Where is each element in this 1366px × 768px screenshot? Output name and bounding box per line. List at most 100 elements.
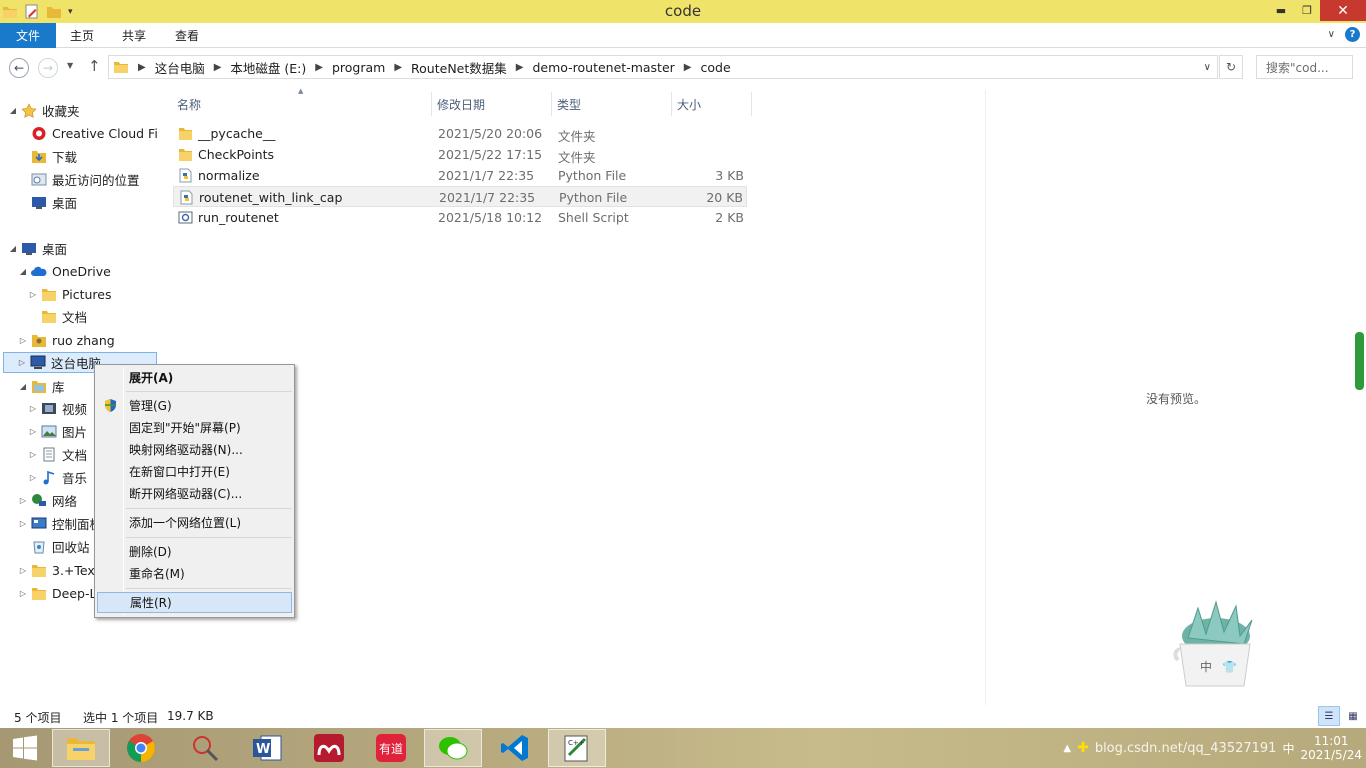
sidebar-item-network[interactable]: ▷ 网络 (18, 490, 77, 511)
breadcrumb-routenet[interactable]: RouteNet数据集 (411, 58, 507, 77)
file-explorer-icon[interactable] (52, 729, 110, 767)
sidebar-item-desktop[interactable]: ◢ 桌面 (8, 238, 67, 259)
input-method-indicator[interactable]: 中 (1282, 740, 1294, 757)
properties-icon[interactable] (24, 4, 40, 19)
crumb-separator[interactable]: ▶ (684, 62, 692, 73)
minimize-icon[interactable]: ▬ (1268, 0, 1294, 21)
sidebar-item-onedrive[interactable]: ◢ OneDrive (18, 261, 111, 282)
sidebar-item-pictures-lib[interactable]: ▷ 图片 (28, 421, 87, 442)
vscode-icon[interactable] (486, 729, 544, 767)
column-header-date[interactable]: 修改日期 (432, 92, 552, 116)
folder-icon[interactable] (2, 4, 18, 19)
sidebar-item-creative-cloud[interactable]: Creative Cloud Files (18, 123, 158, 144)
chrome-icon[interactable] (112, 729, 170, 767)
expand-arrow-icon[interactable]: ▷ (18, 589, 28, 598)
maximize-icon[interactable]: ❐ (1294, 0, 1320, 21)
badminton-app-icon[interactable] (176, 729, 234, 767)
collapse-arrow-icon[interactable]: ◢ (18, 267, 28, 276)
sidebar-item-documents-onedrive[interactable]: 文档 (28, 306, 87, 327)
show-hidden-icons-icon[interactable]: ▲ (1063, 743, 1071, 754)
sidebar-item-desktop-fav[interactable]: 桌面 (18, 192, 77, 213)
sidebar-item-libraries[interactable]: ◢ 库 (18, 376, 65, 397)
menu-item-pin-start[interactable]: 固定到"开始"屏幕(P) (97, 417, 292, 438)
mendeley-icon[interactable] (300, 729, 358, 767)
menu-item-open-new-window[interactable]: 在新窗口中打开(E) (97, 461, 292, 482)
expand-arrow-icon[interactable]: ▷ (28, 427, 38, 436)
sidebar-item-videos[interactable]: ▷ 视频 (28, 398, 87, 419)
crumb-separator[interactable]: ▶ (516, 62, 524, 73)
breadcrumb-demo[interactable]: demo-routenet-master (532, 60, 674, 75)
menu-item-delete[interactable]: 删除(D) (97, 541, 292, 562)
column-header-size[interactable]: 大小 (672, 92, 752, 116)
menu-item-disconnect-drive[interactable]: 断开网络驱动器(C)... (97, 483, 292, 504)
expand-arrow-icon[interactable]: ▷ (18, 336, 28, 345)
crumb-separator[interactable]: ▶ (138, 62, 146, 73)
expand-arrow-icon[interactable]: ▷ (18, 566, 28, 575)
menu-item-expand[interactable]: 展开(A) (97, 367, 292, 388)
sidebar-item-user[interactable]: ▷ ruo zhang (18, 330, 115, 351)
breadcrumb-program[interactable]: program (332, 60, 385, 75)
back-icon[interactable]: ← (9, 58, 29, 78)
wechat-icon[interactable] (424, 729, 482, 767)
refresh-icon[interactable]: ↻ (1219, 55, 1243, 79)
expand-ribbon-icon[interactable]: ∨ (1328, 29, 1335, 40)
youdao-icon[interactable]: 有道 (362, 729, 420, 767)
breadcrumb-drive-e[interactable]: 本地磁盘 (E:) (230, 58, 306, 77)
sidebar-item-recycle-bin[interactable]: 回收站 (18, 536, 90, 557)
menu-item-manage[interactable]: 管理(G) (97, 395, 292, 416)
menu-item-properties[interactable]: 属性(R) (97, 592, 292, 613)
expand-arrow-icon[interactable]: ▷ (28, 290, 38, 299)
sidebar-item-favorites[interactable]: ◢ 收藏夹 (8, 100, 80, 121)
tray-app-icon[interactable]: ✚ (1077, 740, 1089, 756)
expand-arrow-icon[interactable]: ▷ (17, 358, 27, 367)
collapse-arrow-icon[interactable]: ◢ (8, 106, 18, 115)
collapse-arrow-icon[interactable]: ◢ (18, 382, 28, 391)
collapse-arrow-icon[interactable]: ◢ (8, 244, 18, 253)
breadcrumb-this-pc[interactable]: 这台电脑 (155, 58, 205, 77)
menu-item-map-drive[interactable]: 映射网络驱动器(N)... (97, 439, 292, 460)
customize-qat-icon[interactable]: ▾ (68, 7, 73, 17)
sidebar-item-music[interactable]: ▷ 音乐 (28, 467, 87, 488)
tab-home[interactable]: 主页 (56, 23, 108, 48)
crumb-separator[interactable]: ▶ (315, 62, 323, 73)
menu-item-add-network-location[interactable]: 添加一个网络位置(L) (97, 512, 292, 533)
expand-arrow-icon[interactable]: ▷ (18, 496, 28, 505)
expand-arrow-icon[interactable]: ▷ (18, 519, 28, 528)
word-icon[interactable]: W (238, 729, 296, 767)
preview-divider[interactable] (985, 90, 986, 705)
details-view-icon[interactable]: ☰ (1318, 706, 1340, 726)
tab-view[interactable]: 查看 (161, 23, 213, 48)
crumb-separator[interactable]: ▶ (214, 62, 222, 73)
menu-item-rename[interactable]: 重命名(M) (97, 563, 292, 584)
sidebar-item-recent[interactable]: 最近访问的位置 (18, 169, 140, 190)
breadcrumb-code[interactable]: code (701, 60, 731, 75)
file-row[interactable]: CheckPoints 2021/5/22 17:15 文件夹 (173, 144, 747, 165)
editor-icon[interactable]: C++ (548, 729, 606, 767)
help-icon[interactable]: ? (1345, 27, 1360, 42)
large-icons-view-icon[interactable]: ▦ (1342, 706, 1364, 726)
tab-file[interactable]: 文件 (0, 23, 56, 48)
crumb-separator[interactable]: ▶ (394, 62, 402, 73)
sidebar-item-pictures[interactable]: ▷ Pictures (28, 284, 112, 305)
file-row[interactable]: __pycache__ 2021/5/20 20:06 文件夹 (173, 123, 747, 144)
file-row[interactable]: routenet_with_link_cap 2021/1/7 22:35 Py… (173, 186, 747, 207)
column-header-name[interactable]: 名称 (172, 92, 432, 116)
sidebar-item-documents-lib[interactable]: ▷ 文档 (28, 444, 87, 465)
address-dropdown-icon[interactable]: ∨ (1204, 62, 1211, 73)
clock[interactable]: 11:01 2021/5/24 (1300, 734, 1362, 762)
expand-arrow-icon[interactable]: ▷ (28, 450, 38, 459)
expand-arrow-icon[interactable]: ▷ (28, 473, 38, 482)
recent-locations-icon[interactable]: ▼ (67, 61, 73, 70)
file-row[interactable]: normalize 2021/1/7 22:35 Python File 3 K… (173, 165, 747, 186)
close-icon[interactable]: ✕ (1320, 0, 1366, 21)
forward-icon[interactable]: → (38, 58, 58, 78)
tab-share[interactable]: 共享 (108, 23, 160, 48)
sidebar-item-downloads[interactable]: 下载 (18, 146, 77, 167)
search-input[interactable]: 搜索"cod... (1256, 55, 1353, 79)
column-header-type[interactable]: 类型 (552, 92, 672, 116)
new-folder-icon[interactable] (46, 4, 62, 19)
start-icon[interactable] (0, 729, 50, 767)
file-row[interactable]: run_routenet 2021/5/18 10:12 Shell Scrip… (173, 207, 747, 228)
scrollbar-thumb[interactable] (1355, 332, 1364, 390)
expand-arrow-icon[interactable]: ▷ (28, 404, 38, 413)
